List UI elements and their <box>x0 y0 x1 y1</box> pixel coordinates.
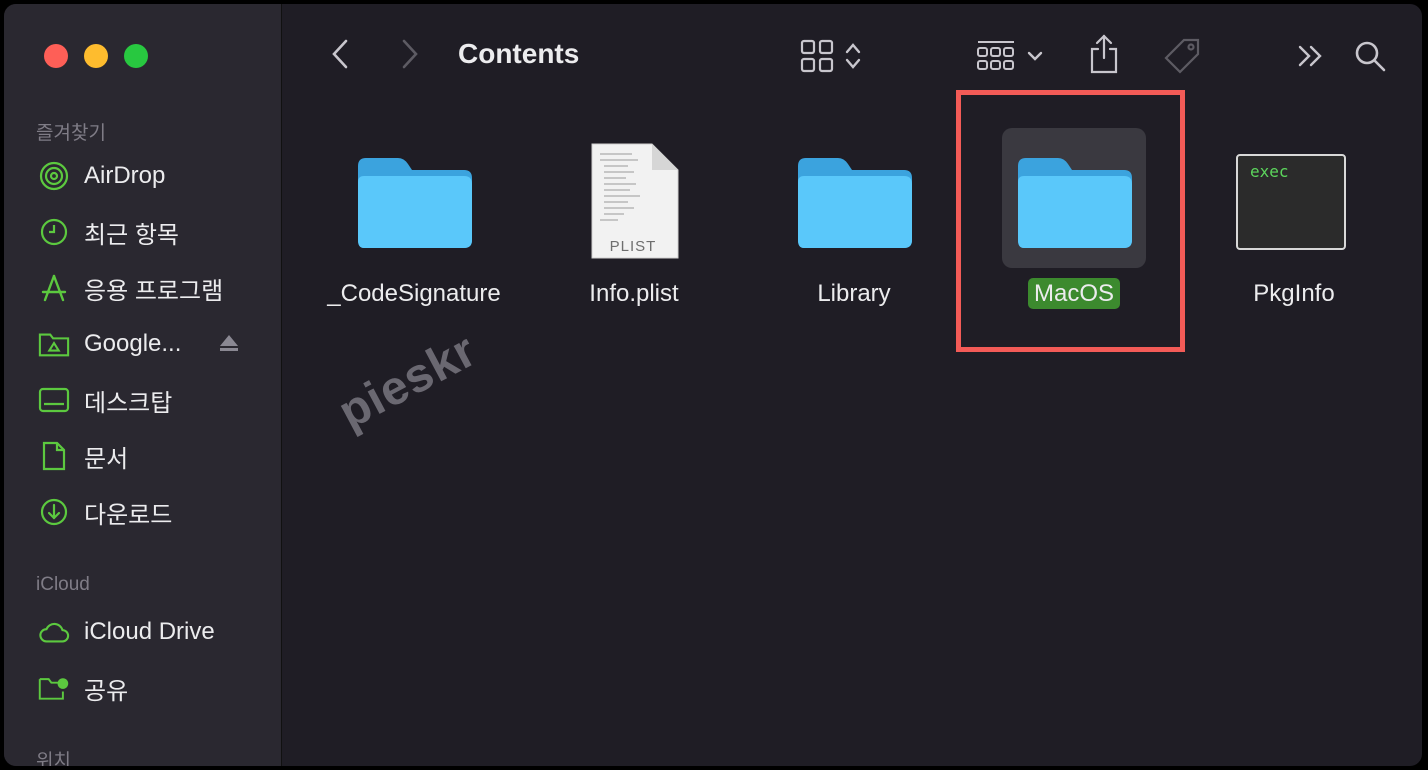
grid-view-icon <box>800 39 834 78</box>
sidebar-item-airdrop[interactable]: AirDrop <box>38 156 268 196</box>
chevron-down-icon <box>1026 49 1044 67</box>
locations-section-label: 위치 <box>36 751 71 766</box>
folder-icon <box>354 152 474 257</box>
file-name: Info.plist <box>589 280 679 307</box>
sidebar-item-recents[interactable]: 최근 항목 <box>38 212 268 252</box>
applications-icon <box>38 272 70 304</box>
google-drive-folder-icon <box>38 328 70 360</box>
group-view-icon <box>976 39 1016 78</box>
sidebar-item-label: 응용 프로그램 <box>84 277 224 305</box>
item-icon-box <box>342 128 486 268</box>
window-title: Contents <box>458 38 580 69</box>
window-controls <box>44 44 148 68</box>
file-item-info-plist[interactable]: PLIST Info.plist <box>529 124 739 324</box>
terminal-exec-icon: exec <box>1236 154 1346 250</box>
file-type-badge: PLIST <box>609 238 657 255</box>
file-name: _CodeSignature <box>327 280 501 307</box>
tag-button[interactable] <box>1160 36 1204 80</box>
sidebar-item-shared[interactable]: 공유 <box>38 668 268 708</box>
download-icon <box>38 496 70 528</box>
forward-button[interactable] <box>394 38 426 74</box>
share-button[interactable] <box>1086 33 1122 79</box>
eject-icon[interactable] <box>218 332 240 359</box>
more-toolbar-button[interactable] <box>1294 40 1326 76</box>
finder-window: 즐겨찾기 AirDrop 최근 항목 응용 프로그램 Google... 데스크… <box>4 4 1422 766</box>
file-item-codesignature[interactable]: _CodeSignature <box>309 124 519 324</box>
sidebar-item-label: AirDrop <box>84 162 166 189</box>
airdrop-icon <box>38 160 70 192</box>
favorites-section-label: 즐겨찾기 <box>36 123 106 144</box>
sidebar-item-icloud-drive[interactable]: iCloud Drive <box>38 612 268 652</box>
icloud-section-label: iCloud <box>36 574 90 595</box>
search-icon <box>1353 39 1387 78</box>
sidebar-item-google-drive[interactable]: Google... <box>38 324 268 364</box>
shared-folder-icon <box>38 672 70 704</box>
sidebar-item-label: 문서 <box>84 445 129 473</box>
tag-icon <box>1162 36 1202 81</box>
back-button[interactable] <box>324 38 356 74</box>
sidebar-item-downloads[interactable]: 다운로드 <box>38 492 268 532</box>
annotation-highlight-box <box>956 90 1185 352</box>
search-button[interactable] <box>1350 38 1390 78</box>
sidebar-item-label: Google... <box>84 330 182 357</box>
sidebar-item-label: 데스크탑 <box>84 389 173 417</box>
sidebar-item-label: iCloud Drive <box>84 618 215 645</box>
share-icon <box>1088 33 1120 79</box>
sidebar-item-label: 최근 항목 <box>84 221 179 249</box>
file-item-pkginfo[interactable]: exec PkgInfo <box>1189 124 1399 324</box>
file-name: PkgInfo <box>1253 280 1335 307</box>
sidebar-item-applications[interactable]: 응용 프로그램 <box>38 268 268 308</box>
file-name: Library <box>817 280 891 307</box>
sidebar-item-label: 공유 <box>84 677 129 705</box>
cloud-icon <box>38 616 70 648</box>
folder-icon <box>794 152 914 257</box>
sidebar-item-documents[interactable]: 문서 <box>38 436 268 476</box>
desktop-icon <box>38 384 70 416</box>
view-mode-button[interactable] <box>796 38 866 78</box>
sidebar: 즐겨찾기 AirDrop 최근 항목 응용 프로그램 Google... 데스크… <box>4 4 282 766</box>
document-icon <box>38 440 70 472</box>
chevron-left-icon <box>330 38 350 75</box>
chevron-double-right-icon <box>1296 44 1324 73</box>
group-by-button[interactable] <box>970 38 1050 78</box>
clock-icon <box>38 216 70 248</box>
sidebar-item-desktop[interactable]: 데스크탑 <box>38 380 268 420</box>
item-icon-box: PLIST <box>562 128 706 268</box>
file-item-library[interactable]: Library <box>749 124 959 324</box>
item-icon-box <box>782 128 926 268</box>
chevron-right-icon <box>400 38 420 75</box>
chevron-up-down-icon <box>844 41 862 76</box>
exec-label: exec <box>1250 162 1289 181</box>
minimize-button[interactable] <box>84 44 108 68</box>
close-button[interactable] <box>44 44 68 68</box>
sidebar-item-label: 다운로드 <box>84 501 173 529</box>
zoom-button[interactable] <box>124 44 148 68</box>
item-icon-box: exec <box>1222 128 1366 268</box>
